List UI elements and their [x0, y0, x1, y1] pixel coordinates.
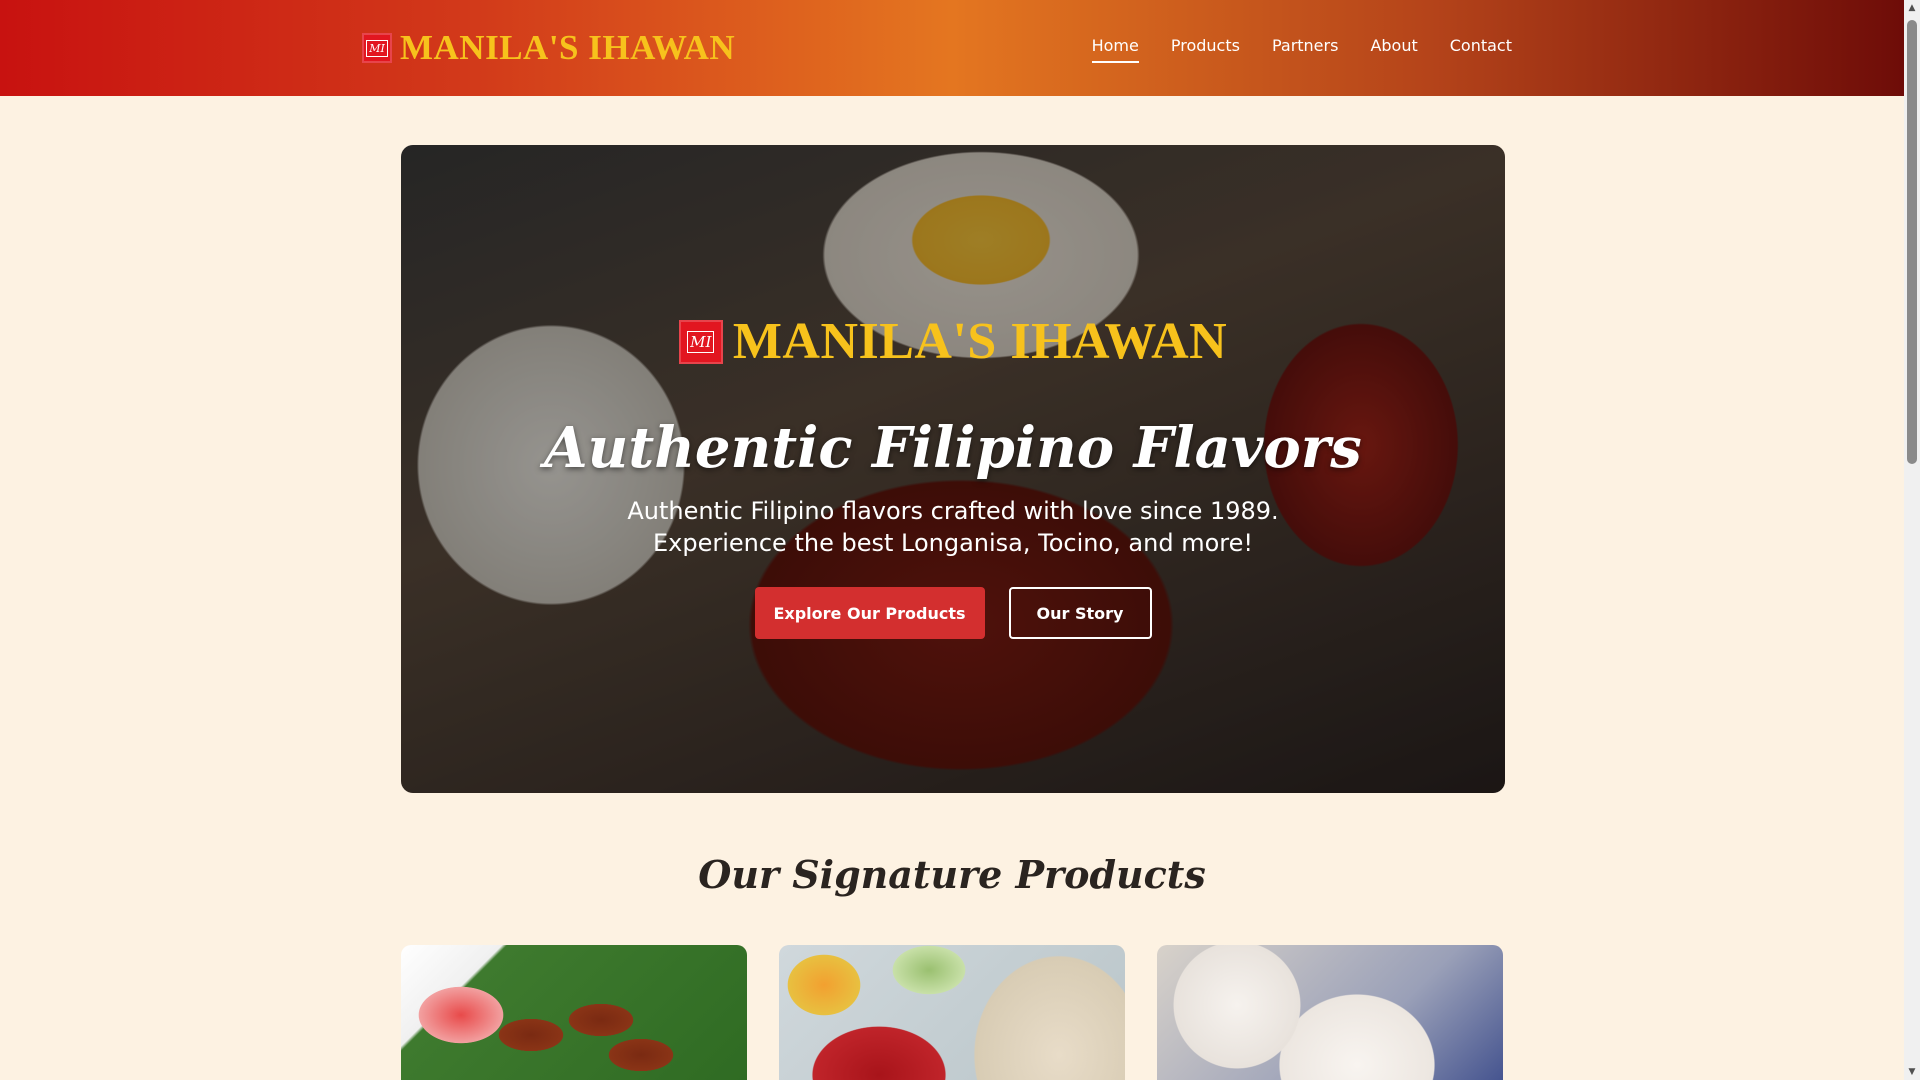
site-header: MI MANILA'S IHAWAN Home Products Partner… — [0, 0, 1904, 96]
hero-buttons: Explore Our Products Our Story — [754, 587, 1152, 639]
triangle-down-icon[interactable]: ▼ — [1904, 1064, 1920, 1080]
our-story-button[interactable]: Our Story — [1008, 587, 1152, 639]
product-card-image-longanisa[interactable] — [401, 945, 747, 1080]
hero-title: Authentic Filipino Flavors — [544, 415, 1362, 481]
hero-logo-icon: MI — [678, 319, 723, 364]
product-card-image-tocino[interactable] — [779, 945, 1125, 1080]
nav-about[interactable]: About — [1370, 36, 1417, 63]
brand-name: MANILA'S IHAWAN — [400, 28, 736, 67]
hero-subtitle: Authentic Filipino flavors crafted with … — [627, 495, 1278, 559]
triangle-up-icon[interactable]: ▲ — [1904, 0, 1920, 16]
scroll-thumb[interactable] — [1907, 20, 1917, 464]
product-cards — [401, 945, 1503, 1080]
explore-products-button[interactable]: Explore Our Products — [754, 587, 985, 639]
hero-brand-name: MANILA'S IHAWAN — [732, 313, 1228, 370]
hero-subtitle-line1: Authentic Filipino flavors crafted with … — [627, 497, 1279, 525]
hero-content: MI MANILA'S IHAWAN Authentic Filipino Fl… — [401, 145, 1505, 793]
brand-logo-link[interactable]: MI MANILA'S IHAWAN — [362, 28, 735, 68]
nav-products[interactable]: Products — [1171, 36, 1240, 63]
hero-brand: MI MANILA'S IHAWAN — [678, 312, 1228, 371]
main-nav: Home Products Partners About Contact — [1091, 36, 1512, 63]
nav-partners[interactable]: Partners — [1272, 36, 1338, 63]
hero-subtitle-line2: Experience the best Longanisa, Tocino, a… — [652, 529, 1253, 557]
logo-icon: MI — [362, 33, 392, 63]
nav-contact[interactable]: Contact — [1450, 36, 1512, 63]
nav-home[interactable]: Home — [1091, 36, 1139, 63]
products-section-title: Our Signature Products — [698, 852, 1206, 897]
product-card-image-siopao[interactable] — [1157, 945, 1503, 1080]
hero-banner: MI MANILA'S IHAWAN Authentic Filipino Fl… — [401, 145, 1505, 793]
page-scrollbar[interactable]: ▲ ▼ — [1904, 0, 1920, 1080]
